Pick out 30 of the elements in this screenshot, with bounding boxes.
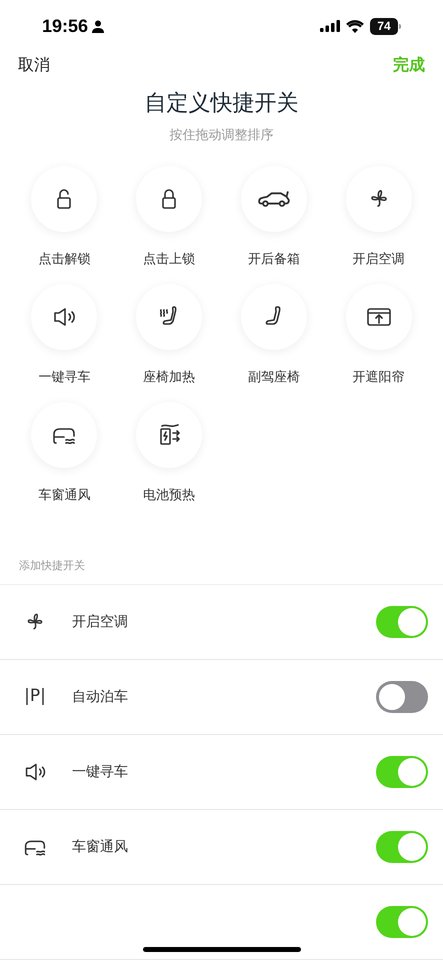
switch-label: 车窗通风 bbox=[72, 838, 128, 856]
shortcut-label: 开后备箱 bbox=[248, 250, 300, 268]
switch-label: 自动泊车 bbox=[72, 688, 128, 706]
switch-label: 开启空调 bbox=[72, 612, 128, 632]
shortcut-label: 电池预热 bbox=[143, 486, 196, 504]
shortcut-label: 座椅加热 bbox=[143, 368, 196, 386]
shortcut-label: 点击解锁 bbox=[38, 250, 90, 268]
wifi-icon bbox=[346, 20, 364, 33]
cellular-signal-icon bbox=[320, 20, 340, 32]
shortcut-label: 点击上锁 bbox=[143, 250, 196, 268]
page-subtitle: 按住拖动调整排序 bbox=[168, 127, 274, 145]
status-time: 19:56 bbox=[42, 14, 88, 38]
cancel-button[interactable]: 取消 bbox=[18, 52, 50, 77]
toggle-switch[interactable] bbox=[376, 831, 428, 863]
toggle-switch[interactable] bbox=[376, 756, 428, 788]
toggle-switch[interactable] bbox=[376, 906, 428, 938]
switch-label: 一键寻车 bbox=[72, 762, 128, 782]
battery-level: 74 bbox=[370, 18, 398, 35]
person-icon bbox=[92, 20, 104, 33]
toggle-switch[interactable] bbox=[376, 681, 428, 713]
car-trunk-icon bbox=[258, 190, 290, 206]
toggle-switch[interactable] bbox=[376, 606, 428, 638]
parking-icon-text: |P| bbox=[24, 685, 46, 708]
shortcut-label: 车窗通风 bbox=[38, 486, 90, 504]
section-title: 添加快捷开关 bbox=[18, 558, 86, 574]
shortcut-label: 开启空调 bbox=[352, 250, 405, 268]
shortcut-label: 副驾座椅 bbox=[248, 368, 300, 386]
shortcut-label: 开遮阳帘 bbox=[352, 368, 405, 386]
shortcut-label: 一键寻车 bbox=[38, 368, 90, 386]
page-title: 自定义快捷开关 bbox=[144, 90, 300, 118]
